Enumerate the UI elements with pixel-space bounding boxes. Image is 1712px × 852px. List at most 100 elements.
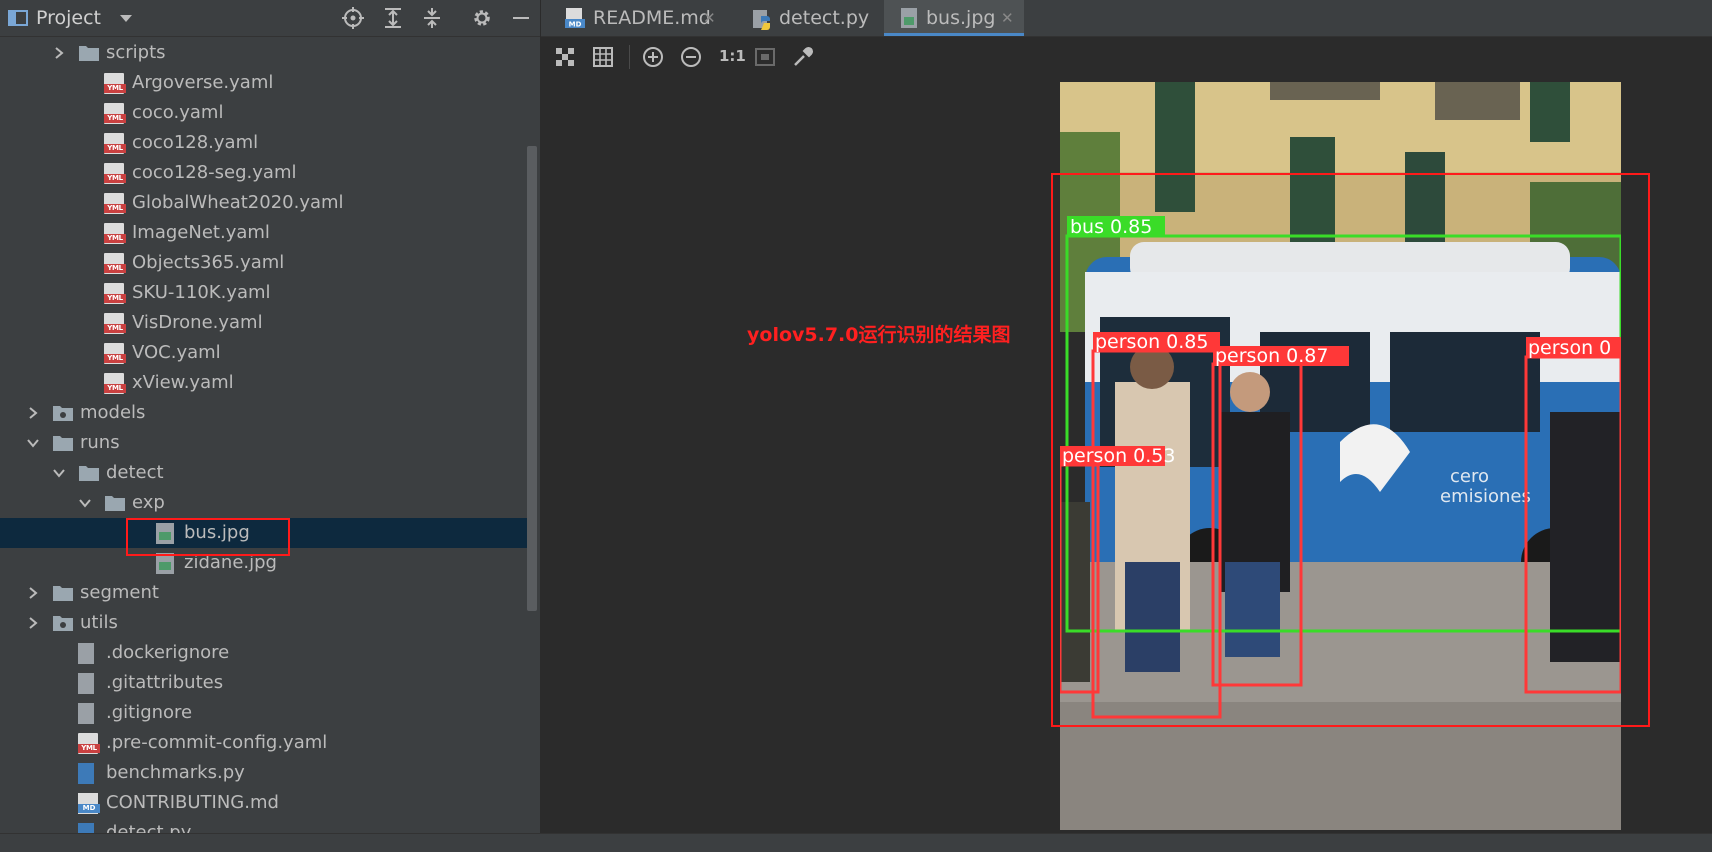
tree-item-label: models xyxy=(80,402,146,423)
red-annotation-frame xyxy=(1051,173,1650,727)
tree-item-label: VisDrone.yaml xyxy=(132,312,263,333)
tree-item-label: SKU-110K.yaml xyxy=(132,282,271,303)
tree-item-label: .pre-commit-config.yaml xyxy=(106,732,328,753)
scrollbar-thumb[interactable] xyxy=(527,146,537,611)
tree-item[interactable]: SKU-110K.yaml xyxy=(0,278,530,308)
red-highlight-box xyxy=(126,518,290,556)
fit-to-screen-icon[interactable] xyxy=(753,45,777,69)
text-file-icon xyxy=(78,643,94,664)
collapse-all-icon[interactable] xyxy=(420,6,444,30)
tree-item-label: segment xyxy=(80,582,159,603)
tree-item-label: GlobalWheat2020.yaml xyxy=(132,192,344,213)
project-panel: Project scripts Argoverse.yaml coco.yaml co… xyxy=(0,0,541,833)
tree-item[interactable]: models xyxy=(0,398,530,428)
yaml-file-icon xyxy=(104,193,126,214)
folder-icon xyxy=(79,46,99,61)
bottom-bar xyxy=(0,833,1712,852)
markdown-file-icon xyxy=(78,793,100,814)
tree-item[interactable]: runs xyxy=(0,428,530,458)
project-header: Project xyxy=(0,0,540,37)
tree-item-label: scripts xyxy=(106,42,166,63)
tree-item-label: coco128.yaml xyxy=(132,132,259,153)
yaml-file-icon xyxy=(104,133,126,154)
chevron-right-icon[interactable] xyxy=(26,586,40,600)
grid-icon[interactable] xyxy=(591,45,615,69)
tree-item[interactable]: benchmarks.py xyxy=(0,758,530,788)
chevron-right-icon[interactable] xyxy=(26,616,40,630)
package-folder-icon xyxy=(53,616,73,631)
tree-item[interactable]: VOC.yaml xyxy=(0,338,530,368)
chevron-down-icon[interactable] xyxy=(52,466,66,480)
tree-item-label: .gitattributes xyxy=(106,672,224,693)
tree-item[interactable]: utils xyxy=(0,608,530,638)
chevron-down-icon[interactable] xyxy=(26,436,40,450)
yaml-file-icon xyxy=(104,223,126,244)
tree-item[interactable]: VisDrone.yaml xyxy=(0,308,530,338)
chevron-right-icon[interactable] xyxy=(52,46,66,60)
tree-item[interactable]: detect.py xyxy=(0,818,530,833)
tree-item[interactable]: .gitignore xyxy=(0,698,530,728)
folder-icon xyxy=(53,586,73,601)
locate-icon[interactable] xyxy=(341,6,365,30)
yaml-file-icon xyxy=(104,103,126,124)
folder-icon xyxy=(79,466,99,481)
yaml-file-icon xyxy=(104,373,126,394)
project-title[interactable]: Project xyxy=(36,6,101,30)
tree-item[interactable]: Objects365.yaml xyxy=(0,248,530,278)
image-toolbar: 1:1 xyxy=(541,37,1712,77)
tab-label: detect.py xyxy=(779,7,870,29)
tree-item-label: detect.py xyxy=(106,822,192,833)
chevron-right-icon[interactable] xyxy=(26,406,40,420)
tree-item-label: Argoverse.yaml xyxy=(132,72,274,93)
close-icon[interactable]: ✕ xyxy=(703,0,716,36)
chevron-down-icon[interactable] xyxy=(78,496,92,510)
color-picker-icon[interactable] xyxy=(791,45,815,69)
tree-item[interactable]: .pre-commit-config.yaml xyxy=(0,728,530,758)
tree-item-label: runs xyxy=(80,432,120,453)
tree-item[interactable]: .dockerignore xyxy=(0,638,530,668)
tree-item[interactable]: CONTRIBUTING.md xyxy=(0,788,530,818)
dropdown-arrow-icon[interactable] xyxy=(114,6,138,30)
tree-item[interactable]: coco128-seg.yaml xyxy=(0,158,530,188)
yaml-file-icon xyxy=(104,73,126,94)
close-icon[interactable]: ✕ xyxy=(1001,0,1014,36)
tree-item-label: .gitignore xyxy=(106,702,193,723)
actual-size-icon[interactable]: 1:1 xyxy=(719,47,746,65)
yaml-file-icon xyxy=(104,313,126,334)
project-view-icon[interactable] xyxy=(6,6,30,30)
yaml-file-icon xyxy=(78,733,100,754)
gear-icon[interactable] xyxy=(470,6,494,30)
folder-icon xyxy=(53,436,73,451)
editor-tabs: MD README.md ✕ detect.py ✕ bus.jpg ✕ xyxy=(541,0,1712,37)
yaml-file-icon xyxy=(104,283,126,304)
tree-item[interactable]: .gitattributes xyxy=(0,668,530,698)
tree-item-label: ImageNet.yaml xyxy=(132,222,270,243)
zoom-out-icon[interactable] xyxy=(679,45,703,69)
tree-item[interactable]: segment xyxy=(0,578,530,608)
tree-item-label: exp xyxy=(132,492,165,513)
tree-item[interactable]: GlobalWheat2020.yaml xyxy=(0,188,530,218)
tree-item-label: Objects365.yaml xyxy=(132,252,285,273)
python-file-icon xyxy=(78,823,94,833)
expand-all-icon[interactable] xyxy=(381,6,405,30)
tree-item[interactable]: coco128.yaml xyxy=(0,128,530,158)
tree-item[interactable]: xView.yaml xyxy=(0,368,530,398)
tab-bus-jpg[interactable]: bus.jpg ✕ xyxy=(884,0,1024,36)
tree-item[interactable]: ImageNet.yaml xyxy=(0,218,530,248)
tab-label: README.md xyxy=(593,7,711,29)
image-file-icon xyxy=(901,8,917,28)
tree-item[interactable]: detect xyxy=(0,458,530,488)
tree-item-label: CONTRIBUTING.md xyxy=(106,792,279,813)
tree-item[interactable]: Argoverse.yaml xyxy=(0,68,530,98)
tab-readme[interactable]: MD README.md ✕ xyxy=(551,0,723,36)
tree-item[interactable]: coco.yaml xyxy=(0,98,530,128)
zoom-in-icon[interactable] xyxy=(641,45,665,69)
minimize-icon[interactable] xyxy=(509,6,533,30)
chessboard-icon[interactable] xyxy=(553,45,577,69)
yaml-file-icon xyxy=(104,163,126,184)
yaml-file-icon xyxy=(104,253,126,274)
package-folder-icon xyxy=(53,406,73,421)
tree-item[interactable]: exp xyxy=(0,488,530,518)
yaml-file-icon xyxy=(104,343,126,364)
tree-item[interactable]: scripts xyxy=(0,38,530,68)
